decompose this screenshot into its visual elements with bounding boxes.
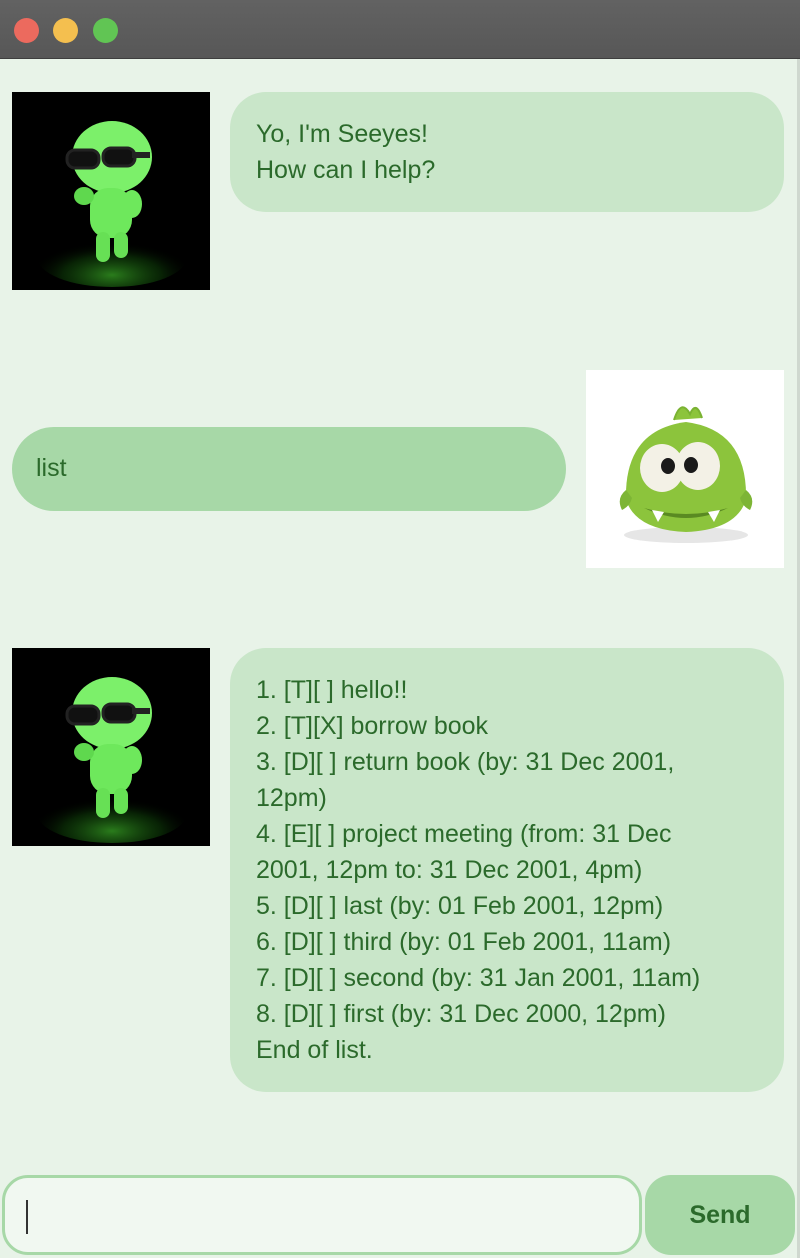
message-input[interactable]	[23, 1178, 627, 1254]
glowing-green-figure-icon	[12, 648, 210, 846]
window-titlebar	[0, 0, 800, 59]
text-caret	[26, 1200, 28, 1234]
bot-message: 1. [T][ ] hello!! 2. [T][X] borrow book …	[230, 648, 784, 1092]
bot-avatar	[12, 648, 210, 846]
minimize-window-button[interactable]	[53, 18, 78, 43]
user-avatar	[586, 370, 784, 568]
maximize-window-button[interactable]	[93, 18, 118, 43]
bot-avatar	[12, 92, 210, 290]
glowing-green-figure-icon	[12, 92, 210, 290]
green-plush-monster-icon	[586, 370, 784, 568]
send-button[interactable]: Send	[645, 1175, 795, 1255]
close-window-button[interactable]	[14, 18, 39, 43]
bot-message: Yo, I'm Seeyes! How can I help?	[230, 92, 784, 212]
message-input-container[interactable]	[2, 1175, 642, 1255]
user-message: list	[12, 427, 566, 511]
